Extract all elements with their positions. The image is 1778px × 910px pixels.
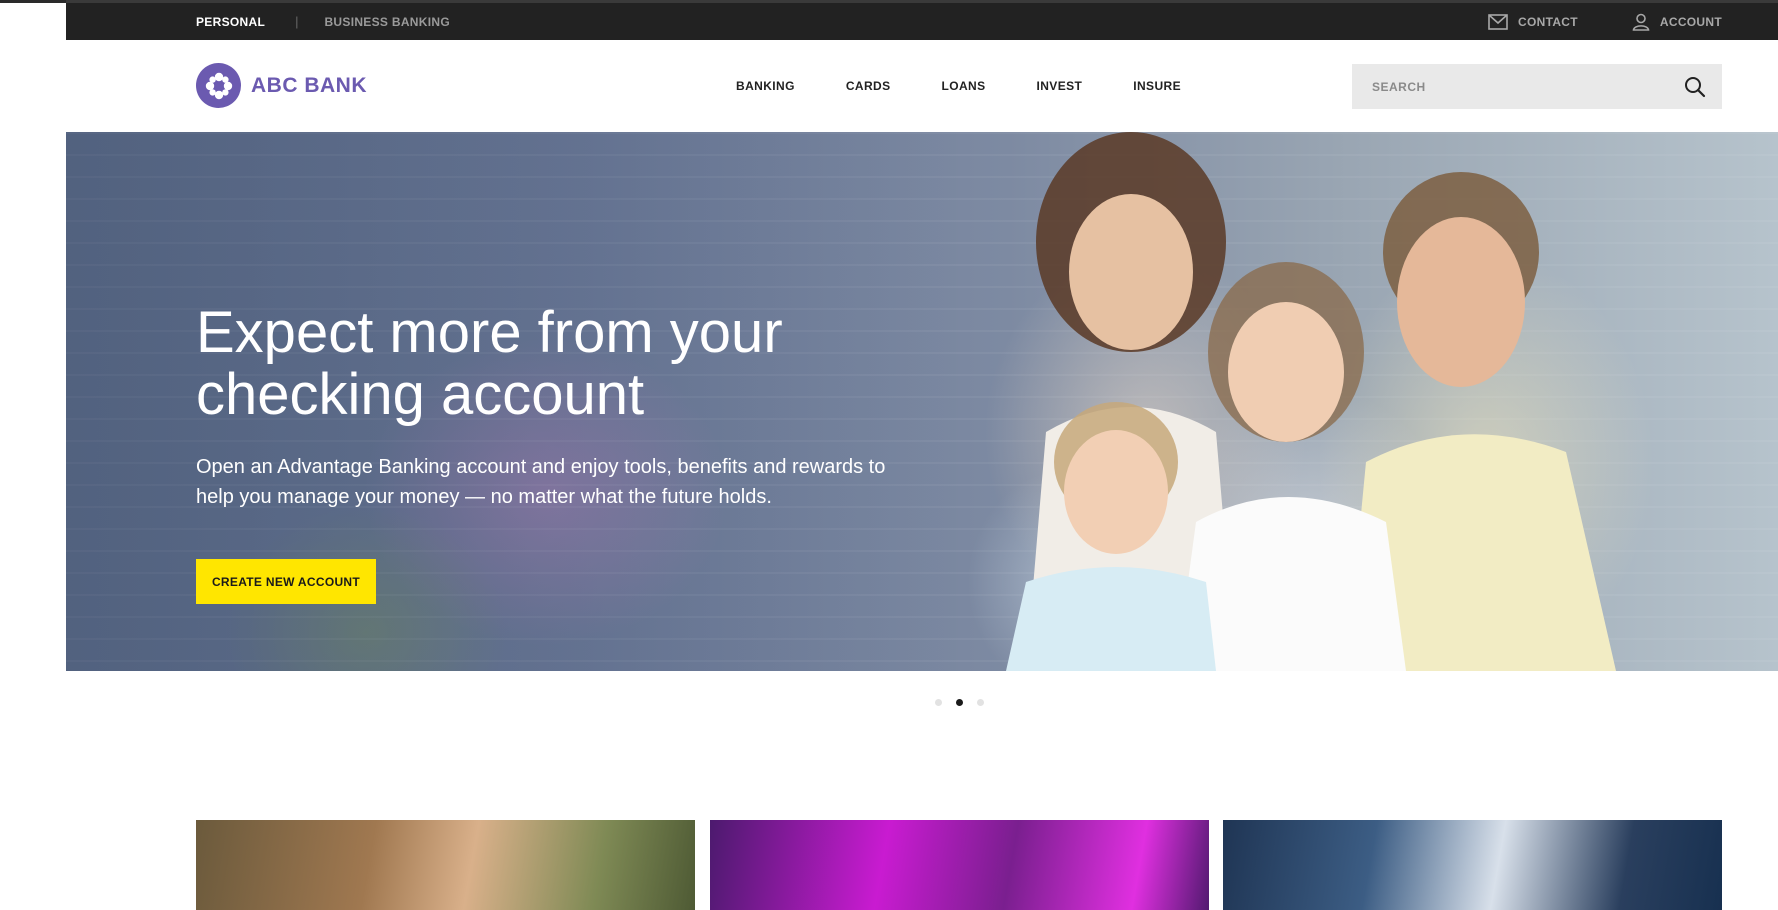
carousel-dot-active[interactable] <box>956 699 963 706</box>
left-gutter <box>0 0 66 910</box>
hero-subtitle: Open an Advantage Banking account and en… <box>196 452 916 512</box>
segment-business-banking-link[interactable]: BUSINESS BANKING <box>324 15 449 29</box>
carousel-dot[interactable] <box>977 699 984 706</box>
utility-links: CONTACT ACCOUNT <box>1488 3 1722 40</box>
segment-switcher: PERSONAL | BUSINESS BANKING <box>196 3 450 40</box>
nav-loans[interactable]: LOANS <box>941 79 985 93</box>
account-label: ACCOUNT <box>1659 14 1722 29</box>
promo-cards <box>196 820 1722 910</box>
user-icon <box>1632 13 1650 31</box>
search-input[interactable] <box>1370 65 1674 108</box>
nav-insure[interactable]: INSURE <box>1133 79 1181 93</box>
mail-icon <box>1488 13 1508 30</box>
bank-logo[interactable]: ABC BANK <box>196 63 367 108</box>
hero-title: Expect more from your checking account <box>196 302 896 426</box>
create-new-account-button[interactable]: CREATE NEW ACCOUNT <box>196 559 376 604</box>
hero-title-line-2: checking account <box>196 362 645 427</box>
carousel-indicators <box>935 699 984 706</box>
nav-invest[interactable]: INVEST <box>1036 79 1082 93</box>
contact-label: CONTACT <box>1518 14 1578 29</box>
nav-banking[interactable]: BANKING <box>736 79 795 93</box>
gutter-divider <box>0 0 66 3</box>
hero-subtitle-line-2: help you manage your money — no matter w… <box>196 486 772 508</box>
contact-link[interactable]: CONTACT <box>1488 13 1578 30</box>
nav-cards[interactable]: CARDS <box>846 79 891 93</box>
hero-title-line-1: Expect more from your <box>196 300 783 365</box>
segment-personal-link[interactable]: PERSONAL <box>196 15 265 29</box>
segment-separator: | <box>295 14 299 29</box>
utility-bar: PERSONAL | BUSINESS BANKING CONTACT ACCO… <box>66 0 1778 40</box>
main-nav: BANKING CARDS LOANS INVEST INSURE <box>736 40 1232 132</box>
search-box <box>1352 64 1722 109</box>
page: PERSONAL | BUSINESS BANKING CONTACT ACCO… <box>66 0 1778 910</box>
promo-card-lab-worker[interactable] <box>710 820 1209 910</box>
hero-banner: Expect more from your checking account O… <box>66 132 1778 671</box>
family-photo <box>1006 132 1616 671</box>
promo-card-woman[interactable] <box>196 820 695 910</box>
account-link[interactable]: ACCOUNT <box>1632 13 1722 31</box>
promo-card-car-driver[interactable] <box>1223 820 1722 910</box>
logo-text: ABC BANK <box>251 73 367 97</box>
main-header: ABC BANK BANKING CARDS LOANS INVEST INSU… <box>66 40 1778 132</box>
snowflake-logo-icon <box>196 63 241 108</box>
carousel-dot[interactable] <box>935 699 942 706</box>
hero-subtitle-line-1: Open an Advantage Banking account and en… <box>196 456 886 478</box>
search-icon[interactable] <box>1684 76 1706 98</box>
